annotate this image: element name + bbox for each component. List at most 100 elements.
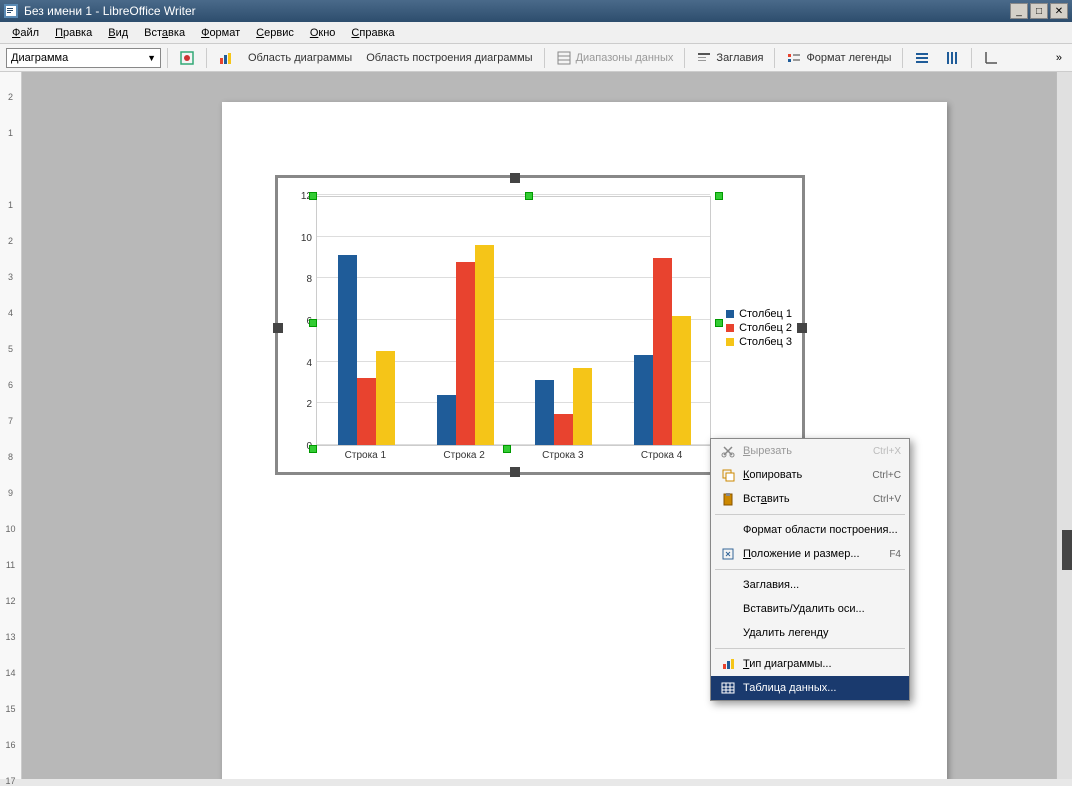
legend-icon	[786, 50, 802, 66]
paste-icon	[719, 491, 737, 507]
menu-правка[interactable]: Правка	[47, 24, 100, 42]
resize-handle-right[interactable]	[797, 323, 807, 333]
titles-button[interactable]: Заглавия	[691, 47, 768, 69]
menu-формат[interactable]: Формат	[193, 24, 248, 42]
bar[interactable]	[437, 395, 456, 445]
format-selection-button[interactable]	[174, 47, 200, 69]
bar[interactable]	[456, 262, 475, 445]
ruler-tick: 11	[0, 560, 21, 570]
chart-type-button[interactable]	[213, 47, 239, 69]
bar[interactable]	[357, 378, 376, 445]
sel-handle[interactable]	[715, 192, 723, 200]
context-menu-label: Таблица данных...	[743, 682, 901, 694]
chart-legend[interactable]: Столбец 1Столбец 2Столбец 3	[726, 306, 792, 350]
menu-справка[interactable]: Справка	[343, 24, 402, 42]
context-menu-item[interactable]: Вставить/Удалить оси...	[711, 597, 909, 621]
context-menu-label: Формат области построения...	[743, 524, 901, 536]
context-menu-label: Заглавия...	[743, 579, 901, 591]
context-menu-item[interactable]: Заглавия...	[711, 573, 909, 597]
sel-handle[interactable]	[309, 445, 317, 453]
chart-object[interactable]: 024681012 Строка 1Строка 2Строка 3Строка…	[275, 175, 805, 475]
context-menu-label: Положение и размер...	[743, 548, 889, 560]
chart-element-combo[interactable]: Диаграмма ▼	[6, 48, 161, 68]
context-menu-item[interactable]: Формат области построения...	[711, 518, 909, 542]
legend-swatch	[726, 324, 734, 332]
axes-button[interactable]	[978, 47, 1004, 69]
context-menu-item[interactable]: Тип диаграммы...	[711, 652, 909, 676]
ruler-tick: 17	[0, 776, 21, 786]
chart-area-button[interactable]: Область диаграммы	[243, 47, 357, 69]
ruler-tick: 7	[0, 416, 21, 426]
bar[interactable]	[573, 368, 592, 445]
menu-файл[interactable]: Файл	[4, 24, 47, 42]
blank-icon	[719, 601, 737, 617]
ruler-tick: 10	[0, 524, 21, 534]
plot-area[interactable]	[316, 196, 711, 446]
x-tick: Строка 2	[415, 450, 514, 470]
ruler-tick: 15	[0, 704, 21, 714]
menu-вид[interactable]: Вид	[100, 24, 136, 42]
context-menu-shortcut: Ctrl+C	[872, 470, 901, 481]
axes-icon	[983, 50, 999, 66]
legend-format-button[interactable]: Формат легенды	[781, 47, 896, 69]
hgrid-button[interactable]	[909, 47, 935, 69]
data-ranges-icon	[556, 50, 572, 66]
context-menu-item[interactable]: Таблица данных...	[711, 676, 909, 700]
context-menu-item[interactable]: Положение и размер...F4	[711, 542, 909, 566]
cut-icon	[719, 443, 737, 459]
sel-handle[interactable]	[503, 445, 511, 453]
titles-icon	[696, 50, 712, 66]
bar[interactable]	[338, 255, 357, 445]
context-menu: ВырезатьCtrl+XКопироватьCtrl+CВставитьCt…	[710, 438, 910, 701]
context-menu-item[interactable]: ВставитьCtrl+V	[711, 487, 909, 511]
bar[interactable]	[554, 414, 573, 445]
bar[interactable]	[535, 380, 554, 445]
pos-size-icon	[719, 546, 737, 562]
legend-label: Столбец 1	[739, 308, 792, 320]
data-ranges-button[interactable]: Диапазоны данных	[551, 47, 679, 69]
maximize-button[interactable]: □	[1030, 3, 1048, 19]
close-button[interactable]: ✕	[1050, 3, 1068, 19]
bar[interactable]	[672, 316, 691, 445]
sel-handle[interactable]	[309, 319, 317, 327]
bar[interactable]	[653, 258, 672, 446]
app-icon	[4, 4, 18, 18]
x-tick: Строка 3	[514, 450, 613, 470]
bar[interactable]	[376, 351, 395, 445]
x-tick: Строка 4	[612, 450, 711, 470]
legend-label: Столбец 3	[739, 336, 792, 348]
ruler-tick: 9	[0, 488, 21, 498]
vertical-ruler[interactable]: 211234567891011121314151617	[0, 72, 22, 779]
bar-group	[426, 245, 504, 445]
menu-сервис[interactable]: Сервис	[248, 24, 302, 42]
side-panel-tab[interactable]	[1062, 530, 1072, 570]
minimize-button[interactable]: _	[1010, 3, 1028, 19]
copy-icon	[719, 467, 737, 483]
menu-окно[interactable]: Окно	[302, 24, 344, 42]
sel-handle[interactable]	[525, 192, 533, 200]
chart-type-icon	[218, 50, 234, 66]
legend-swatch	[726, 310, 734, 318]
vgrid-button[interactable]	[939, 47, 965, 69]
context-menu-shortcut: Ctrl+V	[873, 494, 901, 505]
window-title: Без имени 1 - LibreOffice Writer	[24, 4, 1010, 18]
chart-type-icon	[719, 656, 737, 672]
bar[interactable]	[475, 245, 494, 445]
bar[interactable]	[634, 355, 653, 445]
context-menu-item[interactable]: Удалить легенду	[711, 621, 909, 645]
resize-handle-top[interactable]	[510, 173, 520, 183]
ruler-tick: 13	[0, 632, 21, 642]
toolbar-overflow-button[interactable]: »	[1052, 52, 1066, 64]
vertical-scrollbar[interactable]	[1056, 72, 1072, 779]
context-menu-item[interactable]: КопироватьCtrl+C	[711, 463, 909, 487]
plot-area-button[interactable]: Область построения диаграммы	[361, 47, 537, 69]
blank-icon	[719, 522, 737, 538]
menu-вставка[interactable]: Вставка	[136, 24, 193, 42]
resize-handle-left[interactable]	[273, 323, 283, 333]
ruler-tick: 8	[0, 452, 21, 462]
ruler-tick: 12	[0, 596, 21, 606]
sel-handle[interactable]	[309, 192, 317, 200]
ruler-tick: 6	[0, 380, 21, 390]
sel-handle[interactable]	[715, 319, 723, 327]
context-menu-shortcut: Ctrl+X	[873, 446, 901, 457]
